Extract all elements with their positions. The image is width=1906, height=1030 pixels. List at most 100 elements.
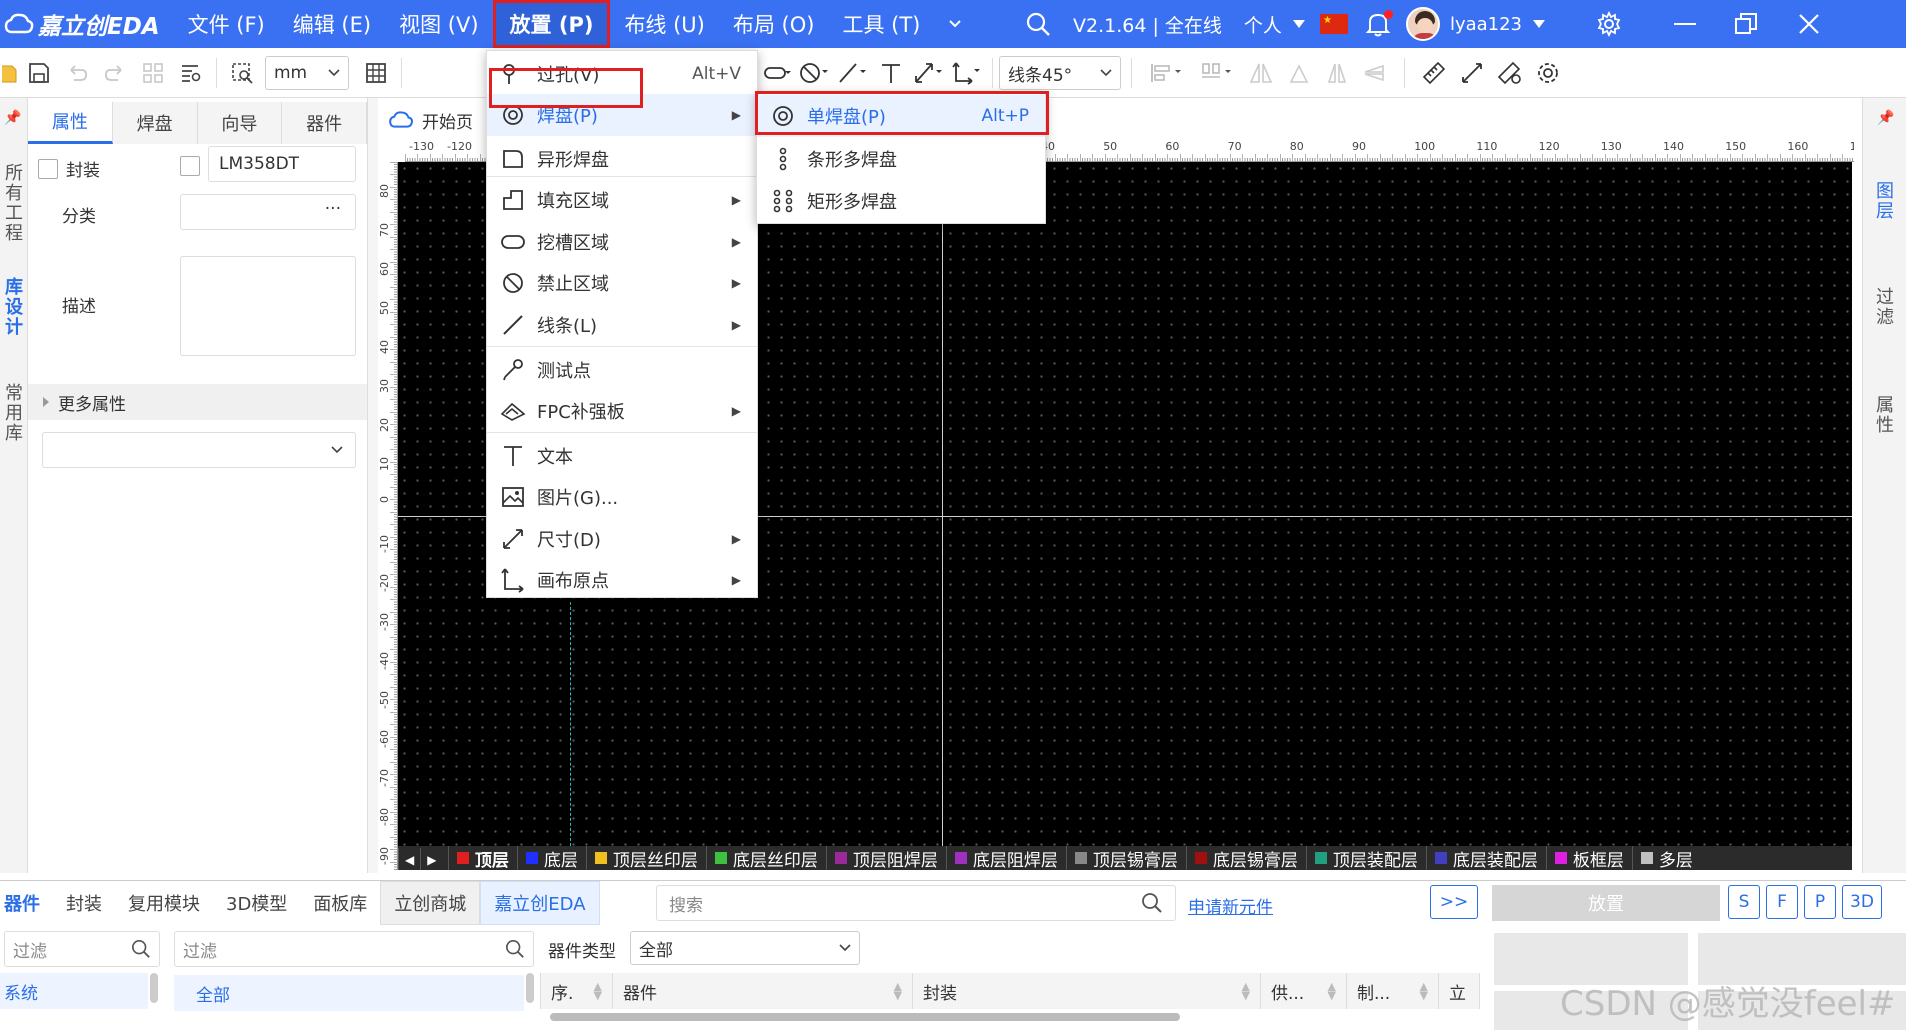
place-menu-item[interactable]: FPC补强板 ▶	[487, 390, 757, 432]
user-dropdown-icon[interactable]	[1532, 19, 1546, 29]
apply-new-component-link[interactable]: 申请新元件	[1188, 893, 1273, 918]
place-menu-item[interactable]: 文本	[487, 435, 757, 477]
mode-button-3d[interactable]: 3D	[1842, 885, 1882, 919]
footprint-value-field[interactable]: LM358DT	[208, 146, 356, 182]
pad-submenu-item[interactable]: 矩形多焊盘	[757, 180, 1045, 222]
username[interactable]: lyaa123	[1450, 14, 1522, 35]
col-manufacturer[interactable]: 制... ▲ ▼	[1347, 973, 1439, 1009]
layer-item[interactable]: 顶层锡膏层	[1065, 846, 1186, 870]
layer-item[interactable]: 底层阻焊层	[945, 846, 1066, 870]
dimension-tool-icon[interactable]	[910, 53, 948, 93]
layer-scroll-right-icon[interactable]: ▶	[420, 848, 442, 870]
pad-shape-icon[interactable]	[758, 53, 796, 93]
tab-pads[interactable]: 焊盘	[112, 101, 198, 144]
filter-input-middle[interactable]: 过滤	[174, 931, 534, 967]
pad-submenu-item[interactable]: 单焊盘(P) Alt+P	[757, 95, 1045, 137]
place-menu-item[interactable]: 画布原点 ▶	[487, 559, 757, 601]
layer-item[interactable]: 顶层阻焊层	[825, 846, 946, 870]
menu-place[interactable]: 放置 (P)	[492, 0, 611, 48]
menu-edit[interactable]: 编辑 (E)	[279, 0, 385, 48]
tab-jlceda[interactable]: 嘉立创EDA	[480, 881, 600, 925]
device-type-select[interactable]: 全部	[630, 931, 860, 965]
footprint-value-checkbox[interactable]	[180, 156, 200, 176]
app-logo[interactable]: 嘉立创EDA	[4, 7, 160, 41]
keepout-tool-icon[interactable]	[796, 53, 834, 93]
col-device[interactable]: 器件 ▲ ▼	[613, 973, 913, 1009]
origin-tool-icon[interactable]	[948, 53, 986, 93]
layer-item[interactable]: 顶层	[447, 846, 517, 870]
tab-common-library[interactable]: 常用库	[0, 384, 28, 444]
save-icon[interactable]	[20, 53, 58, 93]
layer-item[interactable]: 多层	[1631, 846, 1701, 870]
group-icon[interactable]	[134, 53, 172, 93]
tab-library-design[interactable]: 库设计	[0, 278, 28, 338]
menu-tools[interactable]: 工具 (T)	[828, 0, 934, 48]
ruler-icon[interactable]	[1415, 53, 1453, 93]
find-list-icon[interactable]	[172, 53, 210, 93]
restore-icon[interactable]	[1734, 12, 1758, 36]
tab-devices[interactable]: 器件	[0, 881, 53, 925]
place-menu-item[interactable]: 禁止区域 ▶	[487, 262, 757, 304]
start-page-tab[interactable]: 开始页	[388, 104, 473, 136]
route-mode-select[interactable]: 线条45°	[999, 56, 1121, 90]
place-menu-item[interactable]: 异形焊盘	[487, 138, 757, 180]
menu-view[interactable]: 视图 (V)	[385, 0, 492, 48]
footprint-checkbox[interactable]	[38, 158, 58, 179]
distribute-icon[interactable]	[1192, 53, 1242, 93]
left-tree-scrollbar[interactable]	[150, 973, 158, 1003]
drc-icon[interactable]	[1491, 53, 1529, 93]
menu-file[interactable]: 文件 (F)	[174, 0, 279, 48]
notification-bell-icon[interactable]	[1365, 10, 1393, 37]
search-icon[interactable]	[1141, 892, 1163, 914]
tab-panel-library[interactable]: 面板库	[300, 881, 380, 925]
layer-item[interactable]: 底层丝印层	[705, 846, 826, 870]
middle-tree-scrollbar[interactable]	[526, 973, 534, 1003]
tab-right-properties[interactable]: 属性	[1871, 396, 1899, 436]
china-flag-icon[interactable]: ★	[1319, 14, 1348, 34]
flip-horizontal-icon[interactable]	[1242, 53, 1280, 93]
grid-settings-icon[interactable]	[357, 53, 395, 93]
more-properties-row[interactable]: 更多属性	[28, 384, 367, 420]
property-dropdown[interactable]	[42, 432, 356, 468]
tab-wizard[interactable]: 向导	[197, 101, 283, 144]
avatar[interactable]	[1405, 7, 1440, 41]
mode-button-s[interactable]: S	[1728, 885, 1760, 919]
filter-input-left[interactable]: 过滤	[4, 931, 160, 967]
place-menu-item[interactable]: 测试点	[487, 349, 757, 391]
align-left-icon[interactable]	[1142, 53, 1192, 93]
place-menu-item[interactable]: 图片(G)...	[487, 476, 757, 518]
tab-lcsc-mall[interactable]: 立创商城	[380, 881, 481, 925]
menu-route[interactable]: 布线 (U)	[610, 0, 718, 48]
place-menu-item[interactable]: 过孔(V) Alt+V	[487, 53, 757, 95]
place-menu-item[interactable]: 填充区域 ▶	[487, 179, 757, 221]
mode-button-p[interactable]: P	[1804, 885, 1836, 919]
col-lcsc[interactable]: 立	[1439, 973, 1479, 1009]
pin-icon[interactable]: 📌	[4, 110, 21, 126]
layer-item[interactable]: 顶层丝印层	[585, 846, 706, 870]
place-menu-item[interactable]: 尺寸(D) ▶	[487, 518, 757, 560]
undo-icon[interactable]	[58, 53, 96, 93]
zoom-area-icon[interactable]	[223, 53, 261, 93]
right-pin-icon[interactable]: 📌	[1877, 110, 1894, 126]
results-horizontal-scrollbar[interactable]	[550, 1013, 1180, 1021]
tree-item-system[interactable]: 系统	[0, 973, 148, 1009]
layer-item[interactable]: 底层	[516, 846, 586, 870]
col-supplier[interactable]: 供... ▲ ▼	[1261, 973, 1347, 1009]
settings-gear-icon[interactable]	[1596, 11, 1622, 37]
place-menu-item[interactable]: 线条(L) ▶	[487, 304, 757, 346]
text-tool-icon[interactable]	[872, 53, 910, 93]
minimize-icon[interactable]	[1672, 14, 1698, 34]
layer-item[interactable]: 顶层装配层	[1305, 846, 1426, 870]
place-button[interactable]: 放置	[1492, 885, 1720, 921]
search-icon[interactable]	[1025, 11, 1051, 37]
line-tool-icon[interactable]	[834, 53, 872, 93]
tab-all-projects[interactable]: 所有工程	[0, 164, 28, 244]
layer-item[interactable]: 底层装配层	[1425, 846, 1546, 870]
place-menu-item[interactable]: 焊盘(P) ▶	[487, 94, 757, 136]
description-field[interactable]	[180, 256, 356, 356]
menu-more-chevron-icon[interactable]	[934, 0, 976, 48]
tab-footprints[interactable]: 封装	[53, 881, 115, 925]
tab-components[interactable]: 器件	[282, 101, 367, 144]
mode-button-f[interactable]: F	[1766, 885, 1798, 919]
col-index[interactable]: 序. ▲ ▼	[541, 973, 613, 1009]
